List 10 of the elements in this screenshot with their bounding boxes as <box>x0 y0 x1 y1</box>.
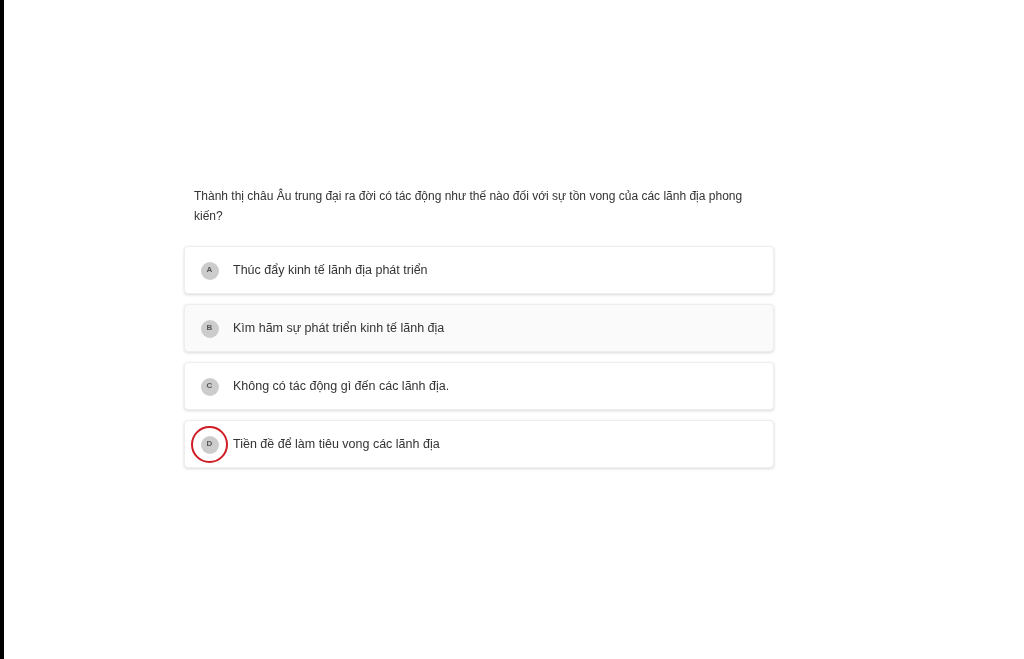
answer-option[interactable]: B Kìm hãm sự phát triển kinh tế lãnh địa <box>184 304 774 352</box>
answer-option[interactable]: D Tiền đề để làm tiêu vong các lãnh địa <box>184 420 774 468</box>
question-text: Thành thị châu Âu trung đại ra đời có tác động như thế nào đối với sự tồn vong của các lãnh địa phong kiến? <box>193 187 744 225</box>
option-text: Kìm hãm sự phát triển kinh tế lãnh địa <box>233 319 445 337</box>
answer-option[interactable]: A Thúc đẩy kinh tế lãnh địa phát triển <box>184 246 774 294</box>
option-text: Tiền đề để làm tiêu vong các lãnh địa <box>233 435 440 453</box>
option-text: Không có tác động gì đến các lãnh địa. <box>233 377 450 395</box>
option-letter: D <box>191 425 228 463</box>
option-text: Thúc đẩy kinh tế lãnh địa phát triển <box>233 261 428 279</box>
answer-option[interactable]: C Không có tác động gì đến các lãnh địa. <box>184 362 774 410</box>
